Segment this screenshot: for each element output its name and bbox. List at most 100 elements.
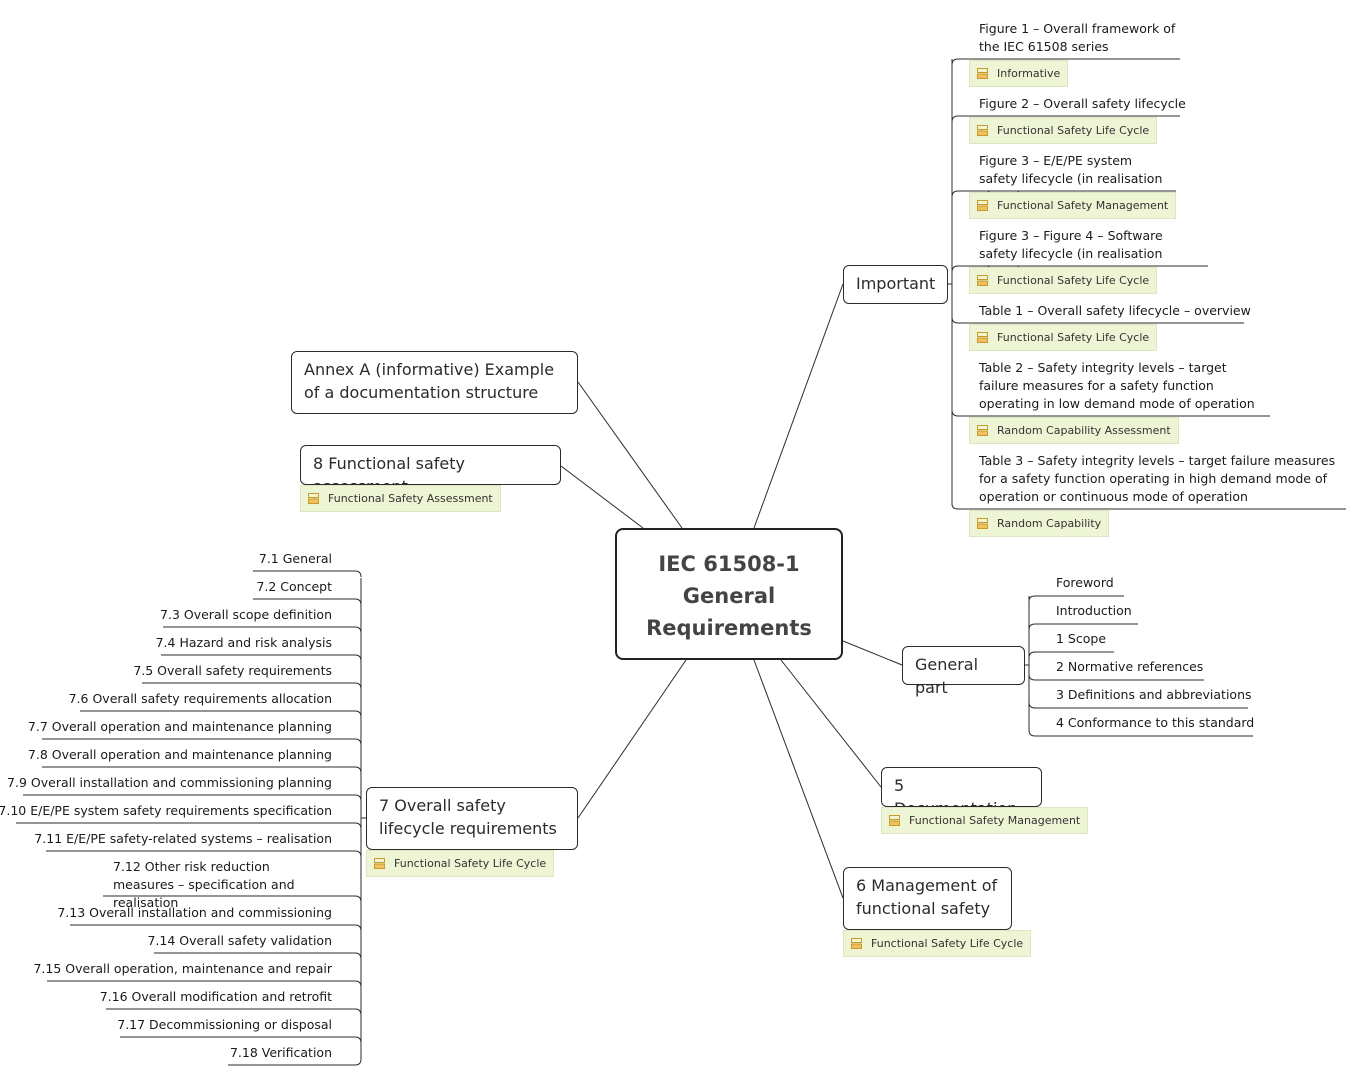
tag-icon [374,858,385,869]
connector-documentation [780,659,882,788]
lifecycle-child[interactable]: 7.3 Overall scope definition [160,606,332,624]
general-child-definitions[interactable]: 3 Definitions and abbreviations [1056,686,1252,704]
connector-general [842,640,903,666]
lifecycle-child[interactable]: 7.11 E/E/PE safety-related systems – rea… [34,830,332,848]
topic-functional-safety-assessment[interactable]: 8 Functional safety assessment [300,445,561,496]
lifecycle-child-connector [46,850,362,858]
lifecycle-child-connector [154,952,362,960]
tag-label: Functional Safety Life Cycle [394,857,547,870]
tag-icon [977,518,988,529]
lifecycle-child-connector [161,654,362,662]
general-child-foreword[interactable]: Foreword [1056,574,1114,592]
tag-informative[interactable]: Informative [969,60,1069,87]
tag-icon [977,425,988,436]
lifecycle-child[interactable]: 7.5 Overall safety requirements [133,662,332,680]
tag-functional-safety-life-cycle[interactable]: Functional Safety Life Cycle [969,117,1158,144]
topic-documentation[interactable]: 5 Documentation [881,767,1042,818]
connector-lifecycle [577,659,687,819]
topic-management-label: 6 Management of functional safety [856,876,998,918]
lifecycle-child-connector [163,626,362,634]
tag-icon [977,332,988,343]
lifecycle-child-connector [70,924,362,932]
lifecycle-child-connector [106,1008,362,1016]
central-topic-line-1: IEC 61508-1 [658,552,800,576]
tag-functional-safety-management[interactable]: Functional Safety Management [969,192,1177,219]
topic-annex-a[interactable]: Annex A (informative) Example of a docum… [291,351,578,414]
topic-management-of-functional-safety[interactable]: 6 Management of functional safety [843,867,1012,930]
lifecycle-child-connector [42,738,362,746]
topic-general-part-label: General part [915,655,979,697]
important-child-7[interactable]: Table 3 – Safety integrity levels – targ… [979,452,1341,506]
important-child-5[interactable]: Table 1 – Overall safety lifecycle – ove… [979,302,1251,320]
lifecycle-child-connector [253,570,362,578]
lifecycle-child-connector [253,598,362,606]
tag-icon [889,815,900,826]
general-child-conformance[interactable]: 4 Conformance to this standard [1056,714,1254,732]
lifecycle-child[interactable]: 7.15 Overall operation, maintenance and … [33,960,332,978]
lifecycle-child[interactable]: 7.8 Overall operation and maintenance pl… [28,746,332,764]
tag-label: Functional Safety Management [909,814,1081,827]
lifecycle-child-connector [142,682,362,690]
tag-random-capability[interactable]: Random Capability [969,510,1110,537]
lifecycle-child[interactable]: 7.7 Overall operation and maintenance pl… [28,718,332,736]
tag-random-capability-assessment[interactable]: Random Capability Assessment [969,417,1179,444]
tag-icon [851,938,862,949]
tag-functional-safety-life-cycle[interactable]: Functional Safety Life Cycle [843,930,1032,957]
lifecycle-child[interactable]: 7.4 Hazard and risk analysis [156,634,332,652]
tag-functional-safety-life-cycle[interactable]: Functional Safety Life Cycle [366,850,555,877]
tag-label: Functional Safety Assessment [328,492,493,505]
topic-overall-safety-lifecycle[interactable]: 7 Overall safety lifecycle requirements [366,787,578,850]
lifecycle-child[interactable]: 7.17 Decommissioning or disposal [117,1016,332,1034]
central-topic-line-3: Requirements [646,616,812,640]
tag-functional-safety-life-cycle[interactable]: Functional Safety Life Cycle [969,267,1158,294]
central-topic-line-2: General [682,584,776,608]
connector-annex [577,381,683,529]
lifecycle-child-connector [47,980,362,988]
lifecycle-child[interactable]: 7.2 Concept [256,578,332,596]
tag-label: Functional Safety Life Cycle [997,331,1150,344]
tag-icon [977,125,988,136]
topic-important[interactable]: Important [843,265,948,304]
tag-label: Functional Safety Life Cycle [997,124,1150,137]
topic-overall-safety-lifecycle-label: 7 Overall safety lifecycle requirements [379,796,557,838]
general-child-scope[interactable]: 1 Scope [1056,630,1106,648]
lifecycle-child[interactable]: 7.18 Verification [230,1044,332,1062]
lifecycle-child[interactable]: 7.6 Overall safety requirements allocati… [69,690,332,708]
lifecycle-child-connector [42,766,362,774]
lifecycle-child-connector [23,794,362,802]
lifecycle-child[interactable]: 7.10 E/E/PE system safety requirements s… [0,802,332,820]
connector-management [753,659,844,899]
connector-important [753,283,844,529]
tag-label: Functional Safety Life Cycle [871,937,1024,950]
tag-icon [977,68,988,79]
tag-label: Functional Safety Life Cycle [997,274,1150,287]
tag-label: Informative [997,67,1061,80]
tag-icon [977,275,988,286]
tag-functional-safety-life-cycle[interactable]: Functional Safety Life Cycle [969,324,1158,351]
topic-important-label: Important [856,274,936,293]
topic-general-part[interactable]: General part [902,646,1025,697]
general-child-normative-references[interactable]: 2 Normative references [1056,658,1203,676]
lifecycle-child[interactable]: 7.16 Overall modification and retrofit [100,988,332,1006]
connector-assessment [560,465,644,529]
lifecycle-child[interactable]: 7.14 Overall safety validation [147,932,332,950]
lifecycle-child[interactable]: 7.9 Overall installation and commissioni… [7,774,332,792]
topic-annex-a-label: Annex A (informative) Example of a docum… [304,360,555,402]
tag-functional-safety-assessment[interactable]: Functional Safety Assessment [300,485,501,512]
important-child-1[interactable]: Figure 1 – Overall framework of the IEC … [979,20,1179,56]
lifecycle-child[interactable]: 7.1 General [259,550,332,568]
tag-label: Functional Safety Management [997,199,1169,212]
lifecycle-child-connector [16,822,362,830]
lifecycle-child-connector [80,710,362,718]
tag-icon [977,200,988,211]
important-child-6[interactable]: Table 2 – Safety integrity levels – targ… [979,359,1264,413]
lifecycle-child[interactable]: 7.13 Overall installation and commission… [57,904,332,922]
lifecycle-child-connector [120,1036,362,1044]
tag-label: Random Capability [997,517,1102,530]
central-topic[interactable]: IEC 61508-1 General Requirements [615,528,843,660]
tag-functional-safety-management[interactable]: Functional Safety Management [881,807,1089,834]
general-child-introduction[interactable]: Introduction [1056,602,1132,620]
tag-icon [308,493,319,504]
tag-label: Random Capability Assessment [997,424,1171,437]
important-child-2[interactable]: Figure 2 – Overall safety lifecycle [979,95,1186,113]
